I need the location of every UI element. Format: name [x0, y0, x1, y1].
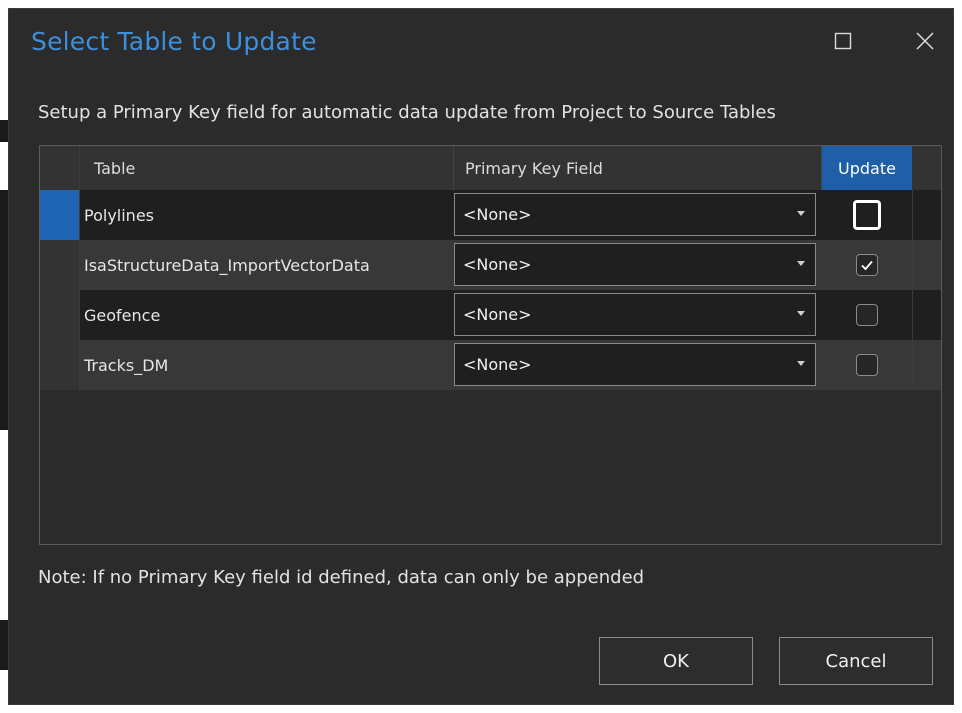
row-selector[interactable] [40, 340, 80, 390]
update-checkbox[interactable] [856, 354, 878, 376]
table-row[interactable]: IsaStructureData_ImportVectorData <None> [40, 240, 941, 290]
dropdown-arrow-icon [797, 211, 805, 216]
row-selector[interactable] [40, 240, 80, 290]
update-cell [822, 240, 912, 290]
dialog-description: Setup a Primary Key field for automatic … [38, 102, 776, 123]
primary-key-value: <None> [463, 305, 532, 324]
row-filler [912, 290, 941, 340]
row-selector[interactable] [40, 190, 80, 240]
update-cell [822, 190, 912, 240]
ok-button[interactable]: OK [599, 637, 753, 685]
close-icon [916, 32, 934, 50]
dropdown-arrow-icon [797, 311, 805, 316]
row-filler [912, 340, 941, 390]
checkmark-icon [861, 260, 873, 271]
header-filler [912, 146, 941, 190]
table-name-cell: Tracks_DM [84, 355, 169, 375]
table-row[interactable]: Tracks_DM <None> [40, 340, 941, 390]
primary-key-dropdown[interactable]: <None> [454, 243, 816, 286]
row-selector[interactable] [40, 290, 80, 340]
primary-key-value: <None> [463, 355, 532, 374]
table-row[interactable]: Geofence <None> [40, 290, 941, 340]
update-cell [822, 290, 912, 340]
primary-key-value: <None> [463, 205, 532, 224]
select-table-dialog: Select Table to Update Setup a Primary K… [8, 8, 954, 705]
dialog-title: Select Table to Update [31, 27, 317, 56]
row-selector-header [40, 146, 80, 190]
column-header-primary-key[interactable]: Primary Key Field [454, 146, 822, 190]
update-checkbox[interactable] [856, 254, 878, 276]
column-header-table[interactable]: Table [80, 146, 454, 190]
update-checkbox[interactable] [856, 304, 878, 326]
primary-key-dropdown[interactable]: <None> [454, 293, 816, 336]
dropdown-arrow-icon [797, 361, 805, 366]
maximize-icon [834, 32, 852, 50]
table-name-cell: Polylines [84, 205, 154, 225]
edge-mark [0, 190, 8, 430]
update-checkbox[interactable] [853, 200, 881, 230]
edge-mark [0, 120, 8, 142]
close-button[interactable] [905, 23, 945, 59]
update-cell [822, 340, 912, 390]
primary-key-value: <None> [463, 255, 532, 274]
maximize-button[interactable] [823, 23, 863, 59]
tables-grid: Table Primary Key Field Update Polylines… [39, 145, 942, 545]
table-row[interactable]: Polylines <None> [40, 190, 941, 240]
dropdown-arrow-icon [797, 261, 805, 266]
primary-key-dropdown[interactable]: <None> [454, 343, 816, 386]
table-name-cell: Geofence [84, 305, 161, 325]
row-filler [912, 190, 941, 240]
row-filler [912, 240, 941, 290]
primary-key-dropdown[interactable]: <None> [454, 193, 816, 236]
edge-mark [0, 620, 8, 670]
table-name-cell: IsaStructureData_ImportVectorData [84, 255, 370, 275]
column-header-update[interactable]: Update [822, 146, 912, 190]
dialog-note: Note: If no Primary Key field id defined… [38, 567, 645, 588]
cancel-button[interactable]: Cancel [779, 637, 933, 685]
